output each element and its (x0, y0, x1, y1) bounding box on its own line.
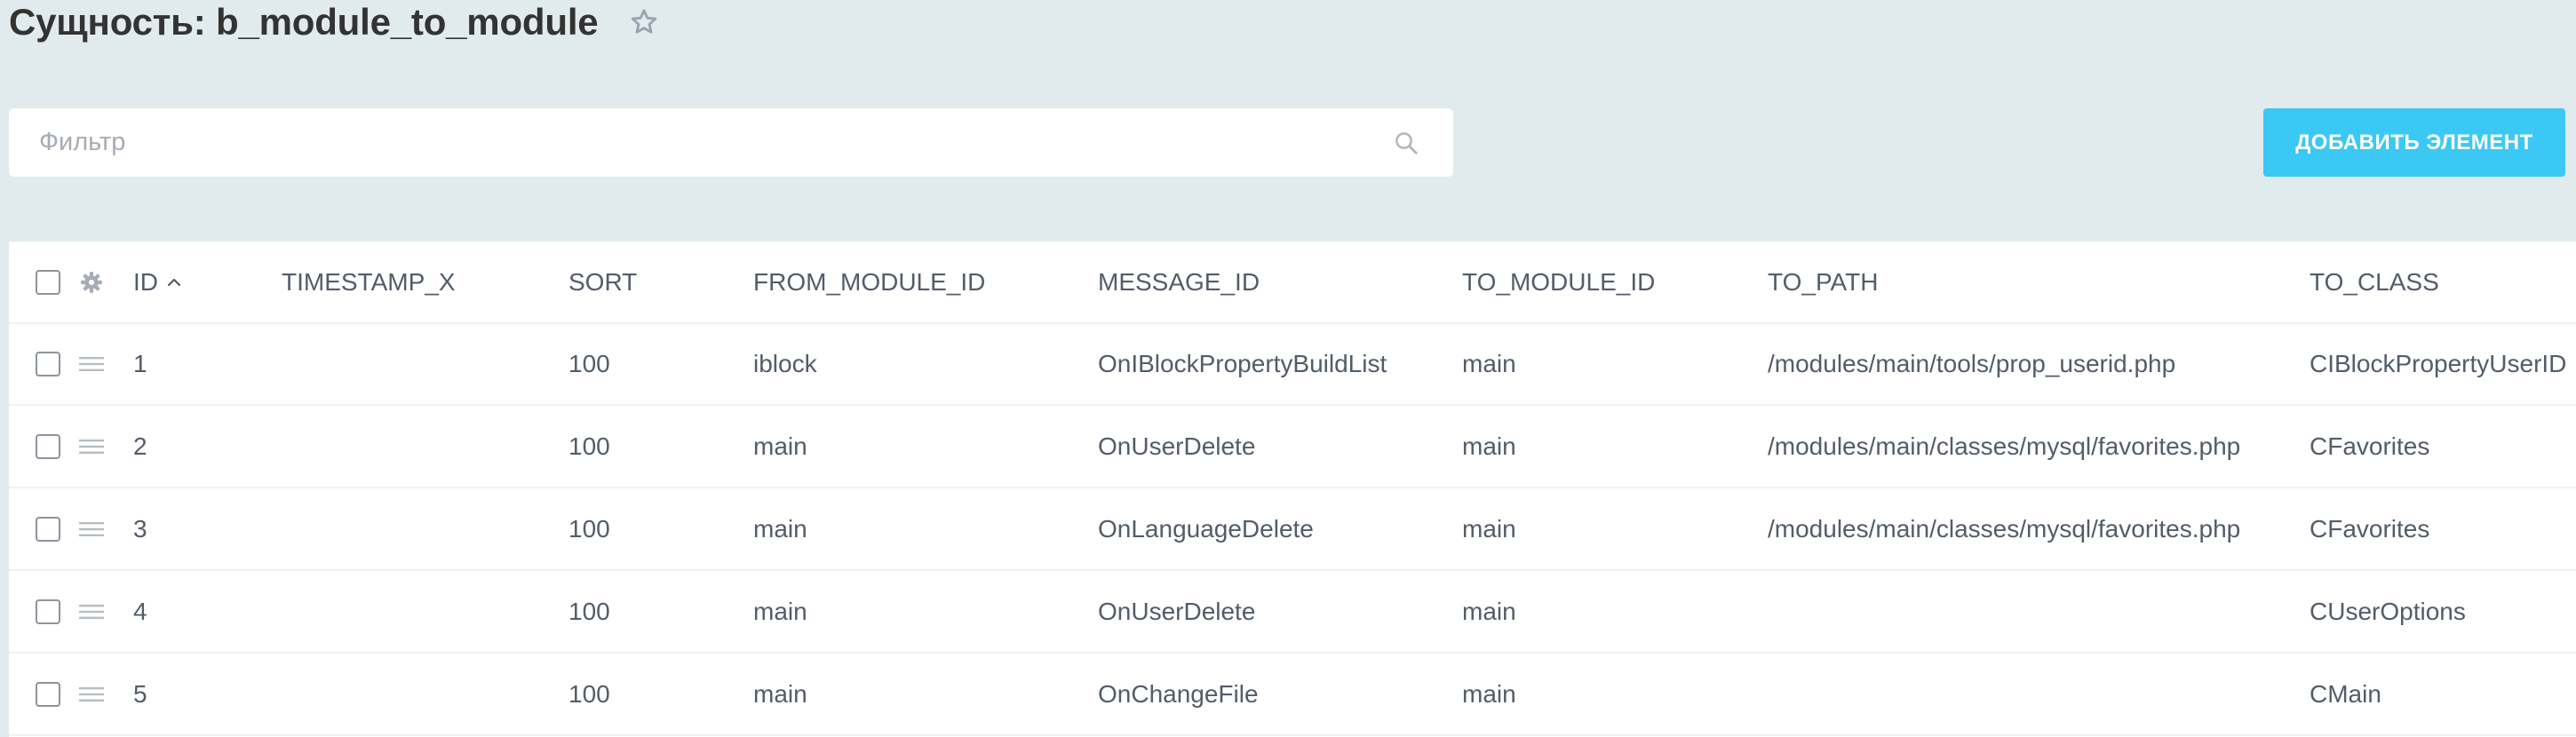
column-header-sort[interactable]: SORT (568, 242, 637, 322)
cell-from-module-id: main (753, 598, 807, 625)
cell-to-module-id: main (1462, 680, 1516, 708)
cell-message-id: OnIBlockPropertyBuildList (1098, 350, 1387, 377)
cell-sort: 100 (568, 515, 610, 543)
cell-sort: 100 (568, 432, 610, 460)
cell-id: 5 (133, 680, 147, 708)
cell-sort: 100 (568, 680, 610, 708)
page-title: Сущность: b_module_to_module (9, 1, 599, 43)
grid-header-row: ID TIMESTAMP_X SORT FROM_MODULE_ID MESSA… (9, 242, 2576, 324)
column-header-to-module-id[interactable]: TO_MODULE_ID (1462, 242, 1655, 322)
table-row[interactable]: 4 100 main OnUserDelete main CUserOption… (9, 572, 2576, 654)
cell-id: 2 (133, 432, 147, 460)
table-row[interactable]: 5 100 main OnChangeFile main CMain (9, 654, 2576, 736)
column-header-timestamp-x[interactable]: TIMESTAMP_X (282, 242, 456, 322)
cell-from-module-id: iblock (753, 350, 817, 377)
row-checkbox[interactable] (36, 352, 60, 376)
cell-id: 3 (133, 515, 147, 543)
filter-input[interactable] (9, 108, 1384, 177)
row-checkbox[interactable] (36, 599, 60, 624)
column-header-to-class[interactable]: TO_CLASS (2310, 242, 2439, 322)
column-header-message-id[interactable]: MESSAGE_ID (1098, 242, 1260, 322)
drag-handle-icon[interactable] (78, 516, 105, 543)
cell-from-module-id: main (753, 432, 807, 460)
row-checkbox[interactable] (36, 517, 60, 542)
cell-message-id: OnChangeFile (1098, 680, 1259, 708)
column-header-from-module-id[interactable]: FROM_MODULE_ID (753, 242, 985, 322)
column-header-to-path[interactable]: TO_PATH (1768, 242, 1878, 322)
cell-message-id: OnUserDelete (1098, 432, 1256, 460)
table-row[interactable]: 3 100 main OnLanguageDelete main /module… (9, 489, 2576, 571)
cell-to-class: CFavorites (2310, 515, 2430, 543)
cell-id: 1 (133, 350, 147, 377)
select-all-checkbox[interactable] (36, 269, 60, 295)
row-checkbox[interactable] (36, 682, 60, 707)
cell-to-module-id: main (1462, 432, 1516, 460)
search-icon[interactable] (1384, 121, 1428, 165)
cell-message-id: OnUserDelete (1098, 598, 1256, 625)
cell-to-class: CMain (2310, 680, 2381, 708)
cell-from-module-id: main (753, 515, 807, 543)
cell-to-module-id: main (1462, 598, 1516, 625)
row-checkbox[interactable] (36, 434, 60, 459)
drag-handle-icon[interactable] (78, 351, 105, 377)
column-header-id[interactable]: ID (133, 242, 181, 322)
table-row[interactable]: 2 100 main OnUserDelete main /modules/ma… (9, 407, 2576, 488)
column-header-label: ID (133, 267, 158, 296)
cell-to-path: /modules/main/classes/mysql/favorites.ph… (1768, 432, 2241, 460)
cell-id: 4 (133, 598, 147, 625)
drag-handle-icon[interactable] (78, 681, 105, 708)
cell-from-module-id: main (753, 680, 807, 708)
data-grid: ID TIMESTAMP_X SORT FROM_MODULE_ID MESSA… (9, 242, 2576, 737)
cell-sort: 100 (568, 598, 610, 625)
gear-icon[interactable] (78, 269, 105, 296)
cell-to-class: CFavorites (2310, 432, 2430, 460)
drag-handle-icon[interactable] (78, 598, 105, 625)
cell-to-path: /modules/main/classes/mysql/favorites.ph… (1768, 515, 2241, 543)
filter-bar (9, 108, 1453, 177)
page-header: Сущность: b_module_to_module (9, 0, 662, 44)
cell-sort: 100 (568, 350, 610, 377)
cell-to-module-id: main (1462, 350, 1516, 377)
table-row[interactable]: 1 100 iblock OnIBlockPropertyBuildList m… (9, 324, 2576, 406)
star-icon[interactable] (626, 4, 662, 40)
sort-ascending-icon (167, 277, 181, 288)
cell-to-class: CIBlockPropertyUserID (2310, 350, 2567, 377)
cell-to-module-id: main (1462, 515, 1516, 543)
cell-to-path: /modules/main/tools/prop_userid.php (1768, 350, 2176, 377)
drag-handle-icon[interactable] (78, 433, 105, 460)
cell-to-class: CUserOptions (2310, 598, 2466, 625)
cell-message-id: OnLanguageDelete (1098, 515, 1314, 543)
add-element-button[interactable]: ДОБАВИТЬ ЭЛЕМЕНТ (2263, 108, 2565, 177)
